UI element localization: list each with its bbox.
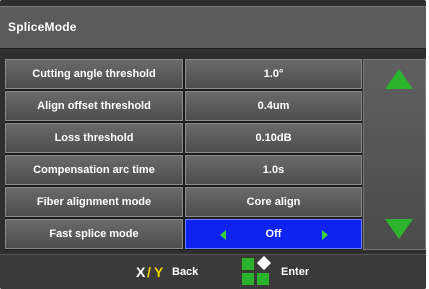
setting-row-compensation-arc[interactable]: Compensation arc time 1.0s bbox=[5, 155, 362, 185]
setting-row-fiber-alignment[interactable]: Fiber alignment mode Core align bbox=[5, 187, 362, 217]
enter-icon-square bbox=[257, 273, 269, 285]
setting-row-fast-splice[interactable]: Fast splice mode Off bbox=[5, 219, 362, 249]
selected-value-text: Off bbox=[265, 228, 282, 240]
key-slash-label: / bbox=[147, 264, 151, 280]
scroll-panel bbox=[363, 59, 426, 250]
settings-table: Cutting angle threshold 1.0° Align offse… bbox=[5, 59, 362, 250]
triangle-down-icon[interactable] bbox=[385, 219, 413, 239]
triangle-up-icon[interactable] bbox=[385, 69, 413, 89]
setting-value-selected[interactable]: Off bbox=[185, 219, 362, 249]
setting-row-align-offset[interactable]: Align offset threshold 0.4um bbox=[5, 91, 362, 121]
enter-icon-square bbox=[242, 258, 254, 270]
key-x-label: X bbox=[136, 264, 146, 280]
key-y-label: Y bbox=[154, 264, 164, 280]
setting-label: Loss threshold bbox=[5, 123, 183, 153]
setting-value[interactable]: Core align bbox=[185, 187, 362, 217]
enter-icon-square bbox=[242, 273, 254, 285]
setting-label: Compensation arc time bbox=[5, 155, 183, 185]
setting-label: Fiber alignment mode bbox=[5, 187, 183, 217]
setting-label: Cutting angle threshold bbox=[5, 59, 183, 89]
title-bar: SpliceMode bbox=[0, 6, 426, 49]
setting-row-loss-threshold[interactable]: Loss threshold 0.10dB bbox=[5, 123, 362, 153]
arrow-right-icon[interactable] bbox=[322, 230, 328, 240]
splice-mode-screen: SpliceMode Cutting angle threshold 1.0° … bbox=[0, 0, 426, 289]
setting-value[interactable]: 0.4um bbox=[185, 91, 362, 121]
enter-icon-diamond bbox=[256, 255, 272, 271]
arrow-left-icon[interactable] bbox=[220, 230, 226, 240]
setting-value[interactable]: 1.0s bbox=[185, 155, 362, 185]
setting-row-cutting-angle[interactable]: Cutting angle threshold 1.0° bbox=[5, 59, 362, 89]
page-title: SpliceMode bbox=[8, 20, 77, 34]
setting-label: Fast splice mode bbox=[5, 219, 183, 249]
enter-button[interactable]: Enter bbox=[281, 266, 309, 278]
setting-value[interactable]: 0.10dB bbox=[185, 123, 362, 153]
setting-label: Align offset threshold bbox=[5, 91, 183, 121]
footer-bar: X / Y Back Enter bbox=[0, 254, 426, 289]
back-button[interactable]: Back bbox=[172, 266, 198, 278]
enter-key-icon bbox=[242, 255, 274, 288]
setting-value[interactable]: 1.0° bbox=[185, 59, 362, 89]
